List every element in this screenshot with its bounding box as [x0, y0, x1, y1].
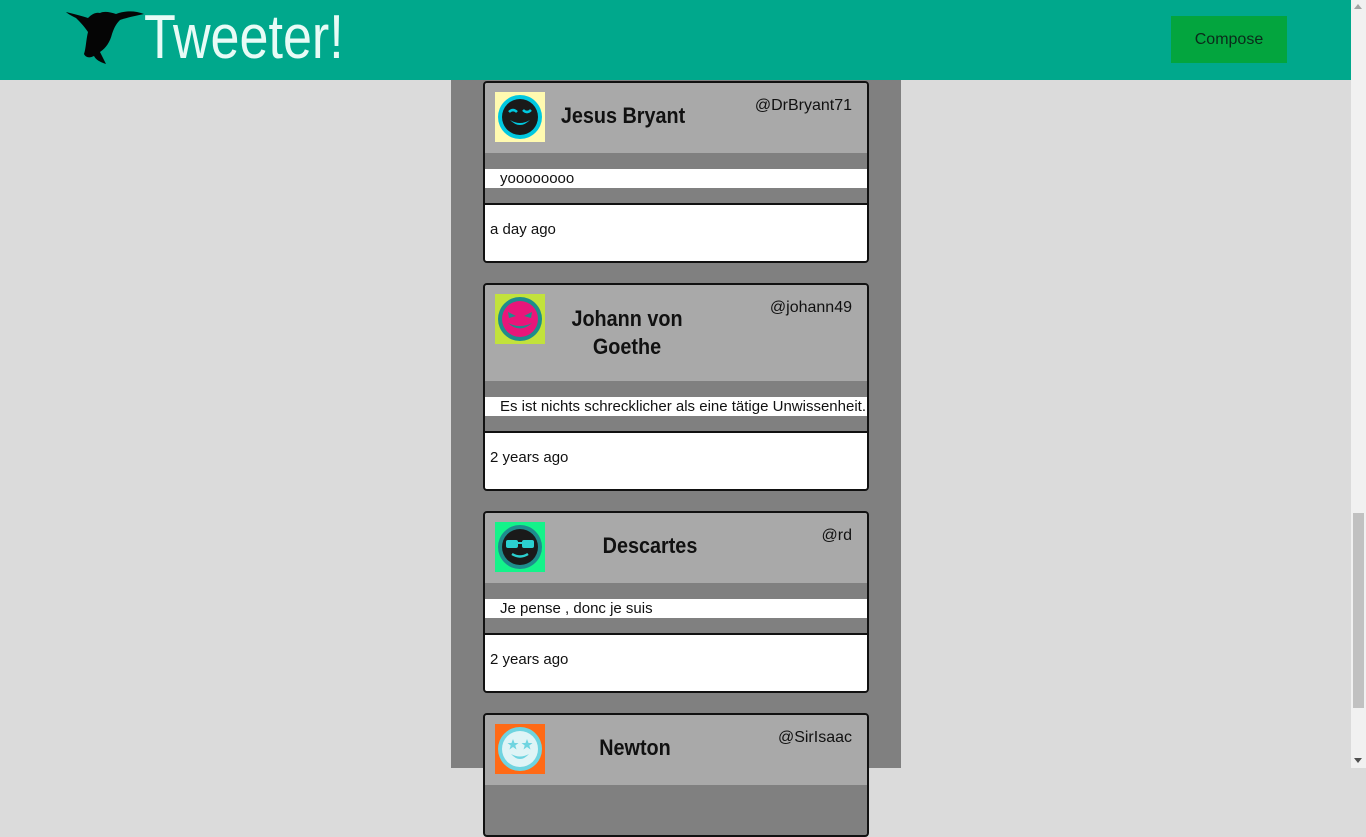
tweet-header: Jesus Bryant @DrBryant71: [485, 83, 867, 153]
brand-title[interactable]: Tweeter!: [144, 2, 344, 74]
tweet-footer: a day ago: [485, 203, 867, 261]
tweet-header: Newton @SirIsaac: [485, 715, 867, 785]
tweet-header: Descartes @rd: [485, 513, 867, 583]
author-handle[interactable]: @johann49: [770, 299, 852, 317]
tweet-card: Newton @SirIsaac: [483, 713, 869, 837]
author-name: Descartes: [602, 533, 698, 558]
sunglasses-face-icon: [495, 522, 545, 572]
devil-grin-face-icon: [495, 294, 545, 344]
tweet-text: Es ist nichts schrecklicher als eine tät…: [485, 397, 867, 416]
tweet-text: Je pense , donc je suis: [485, 599, 867, 618]
tweet-header: Johann von Goethe @johann49: [485, 285, 867, 381]
author-handle[interactable]: @DrBryant71: [755, 97, 852, 115]
scrollbar-thumb[interactable]: [1353, 513, 1364, 708]
winking-face-icon: [495, 92, 545, 142]
tweet-footer: 2 years ago: [485, 633, 867, 691]
tweet-card: Descartes @rd Je pense , donc je suis 2 …: [483, 511, 869, 693]
author-name: Johann von Goethe: [571, 306, 683, 359]
tweet-feed: Jesus Bryant @DrBryant71 yoooooooo a day…: [451, 80, 901, 837]
tweet-footer: 2 years ago: [485, 431, 867, 489]
compose-button[interactable]: Compose: [1171, 16, 1287, 63]
tweet-timestamp: a day ago: [490, 221, 556, 238]
tweet-card: Jesus Bryant @DrBryant71 yoooooooo a day…: [483, 81, 869, 263]
author-name: Newton: [599, 735, 671, 760]
top-navbar: Tweeter! Compose: [0, 0, 1351, 80]
tweet-timestamp: 2 years ago: [490, 651, 569, 668]
tweet-card: Johann von Goethe @johann49 Es ist nicht…: [483, 283, 869, 491]
author-handle[interactable]: @SirIsaac: [778, 729, 852, 747]
star-eyes-face-icon: [495, 724, 545, 774]
author-name: Jesus Bryant: [560, 103, 686, 128]
scroll-up-icon[interactable]: [1354, 4, 1362, 9]
author-handle[interactable]: @rd: [822, 527, 852, 545]
page-scrollbar[interactable]: [1351, 0, 1366, 768]
hummingbird-icon: [66, 11, 144, 65]
tweet-text: yoooooooo: [485, 169, 867, 188]
scroll-down-icon[interactable]: [1354, 758, 1362, 763]
tweet-timestamp: 2 years ago: [490, 449, 569, 466]
